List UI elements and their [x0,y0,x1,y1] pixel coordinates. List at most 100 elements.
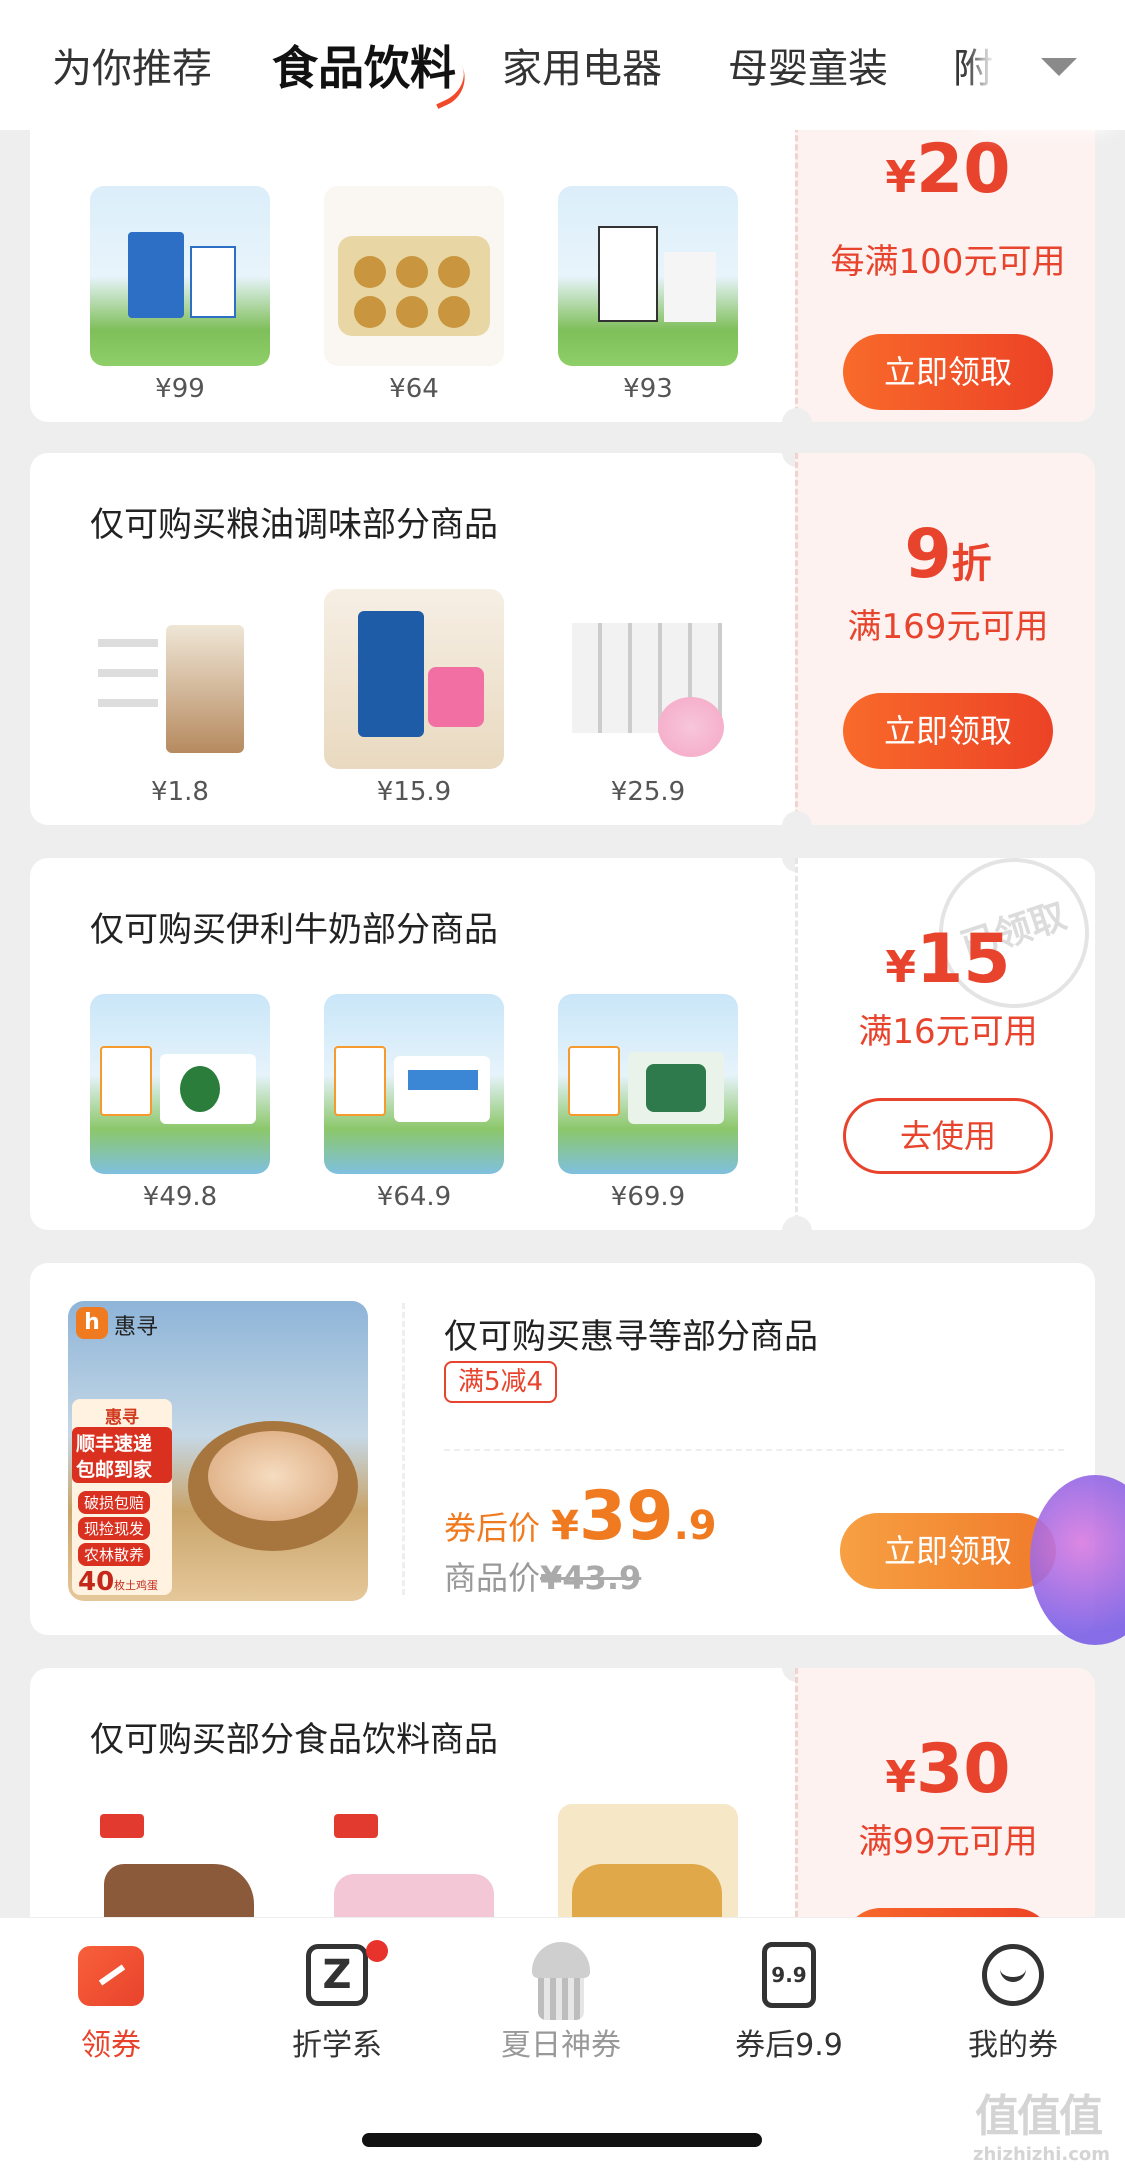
claim-button[interactable]: 立即领取 [843,334,1053,410]
product-item[interactable]: ¥64.9 [324,994,504,1212]
coupon-list[interactable]: ¥99 ¥64 ¥93 ¥20 每满100元可用 立即领取 仅可购买粮油调味部分… [0,130,1125,1917]
coupon-card: 仅可购买粮油调味部分商品 ¥1.8 ¥15.9 ¥25.9 9折 满169元可用… [30,453,1095,825]
coupon-condition: 满99元可用 [858,1822,1038,1862]
nav-item-summer[interactable]: 夏日神券 [476,1940,646,2064]
coupon-title: 仅可购买粮油调味部分商品 [90,505,498,545]
product-item[interactable] [558,1804,738,1917]
watermark: 值值值 zhizhizhi.com [973,2080,1110,2165]
image-bullet: 农林散养 [78,1543,151,1566]
coupon-amount: ¥30 [885,1730,1011,1809]
coupon-value-panel: ¥20 每满100元可用 立即领取 [795,130,1095,422]
coupon-title: 仅可购买部分食品饮料商品 [90,1720,498,1760]
coupon-card: 仅可购买伊利牛奶部分商品 ¥49.8 ¥64.9 ¥69.9 已领取 ¥15 满… [30,858,1095,1230]
coupon-value-panel: ¥30 满99元可用 [795,1668,1095,1917]
image-badge-brand: 惠寻 [105,1408,139,1428]
smile-icon [978,1940,1048,2010]
product-image-milk [90,186,270,366]
product-item[interactable]: ¥69.9 [558,994,738,1212]
nav-label: 领券 [81,2028,141,2063]
product-image-yili-milk [90,994,270,1174]
deal-separator [444,1449,1064,1451]
image-text-line: 包邮到家 [76,1459,153,1481]
coupon-card: 仅可购买部分食品饮料商品 ¥30 满99元可用 [30,1668,1095,1917]
product-image-yili-milk [324,994,504,1174]
product-price: ¥69.9 [610,1182,686,1212]
product-image-milk [558,186,738,366]
claim-button[interactable]: 立即领取 [843,693,1053,769]
image-text-line: 顺丰速递 [76,1433,153,1455]
tab-recommend[interactable]: 为你推荐 [52,36,212,94]
product-image-yili-milk [558,994,738,1174]
product-item[interactable]: ¥64 [324,186,504,404]
deal-tag: 满5减4 [444,1361,558,1403]
notification-dot [366,1940,388,1962]
nav-label: 折学系 [292,2028,382,2063]
home-indicator[interactable] [362,2133,762,2147]
product-price: ¥99 [155,374,205,404]
nav-label: 券后9.9 [735,2028,843,2063]
product-item[interactable] [324,1804,504,1917]
ticket-99-icon: 9.9 [754,1940,824,2010]
coupon-condition: 满16元可用 [858,1012,1038,1052]
cake-icon [526,1940,596,2020]
image-bullet: 破损包赔 [78,1491,151,1514]
product-item[interactable] [90,1804,270,1917]
product-image-cream [324,589,504,769]
product-price: ¥93 [623,374,673,404]
product-item[interactable]: ¥99 [90,186,270,404]
use-button[interactable]: 去使用 [843,1098,1053,1174]
tab-baby-kids[interactable]: 母婴童装 [728,36,888,94]
huixun-logo-icon: h [76,1307,108,1339]
product-image-snack [324,1804,504,1917]
coupon-value-panel: 已领取 ¥15 满16元可用 去使用 [795,858,1095,1230]
product-image-chocolate [324,186,504,366]
coupon-condition: 每满100元可用 [830,242,1066,282]
product-item[interactable]: ¥49.8 [90,994,270,1212]
coupon-icon [76,1940,146,2010]
deal-product-image: h 惠寻 惠寻 顺丰速递 包邮到家 破损包赔 现捡现发 农林散养 40 枚土鸡蛋 [68,1301,368,1601]
product-item[interactable]: ¥25.9 [558,589,738,807]
coupon-card: ¥99 ¥64 ¥93 ¥20 每满100元可用 立即领取 [30,130,1095,422]
product-price: ¥64.9 [376,1182,452,1212]
tab-more-partial[interactable]: 附 [953,36,993,94]
watermark-glyphs: 值值值 [975,2091,1103,2142]
product-price: ¥1.8 [151,777,209,807]
deal-after-price: 券后价 ¥39.9 [444,1477,717,1556]
zhe-logo-icon: Z [302,1940,388,2010]
product-price: ¥49.8 [142,1182,218,1212]
product-price: ¥64 [389,374,439,404]
image-bullet: 现捡现发 [78,1517,151,1540]
tab-home-appliances[interactable]: 家用电器 [502,36,662,94]
claim-button[interactable] [843,1908,1053,1917]
chevron-down-icon [1041,58,1077,76]
coupon-value-panel: 9折 满169元可用 立即领取 [795,453,1095,825]
deal-original-price: 商品价¥43.9 [444,1559,642,1597]
category-tabs: 为你推荐 食品饮料 家用电器 母婴童装 附 [0,0,1125,130]
deal-title: 仅可购买惠寻等部分商品 [444,1317,818,1357]
product-image-salt [90,589,270,769]
product-item[interactable]: ¥93 [558,186,738,404]
coupon-amount: ¥20 [885,130,1011,209]
nav-label: 我的券 [968,2028,1058,2063]
expand-tabs-button[interactable] [993,0,1125,130]
coupon-condition: 满169元可用 [847,607,1049,647]
nav-item-zhexuexi[interactable]: Z 折学系 [252,1940,422,2064]
claim-button[interactable]: 立即领取 [840,1513,1056,1589]
deal-card[interactable]: h 惠寻 惠寻 顺丰速递 包邮到家 破损包赔 现捡现发 农林散养 40 枚土鸡蛋… [30,1263,1095,1635]
nav-item-after-coupon-99[interactable]: 9.9 券后9.9 [704,1940,874,2064]
product-item[interactable]: ¥15.9 [324,589,504,807]
nav-item-my-coupons[interactable]: 我的券 [928,1940,1098,2064]
nav-label: 夏日神券 [501,2028,621,2063]
nav-item-coupons[interactable]: 领券 [26,1940,196,2064]
image-count-unit: 枚土鸡蛋 [114,1579,158,1592]
coupon-amount: 9折 [904,515,992,594]
product-image-snack [90,1804,270,1917]
product-image-snack [558,1804,738,1917]
coupon-amount: ¥15 [885,920,1011,999]
image-brand: 惠寻 [114,1315,159,1340]
deal-divider [402,1303,405,1595]
product-price: ¥15.9 [376,777,452,807]
coupon-title: 仅可购买伊利牛奶部分商品 [90,910,498,950]
product-item[interactable]: ¥1.8 [90,589,270,807]
product-price: ¥25.9 [610,777,686,807]
